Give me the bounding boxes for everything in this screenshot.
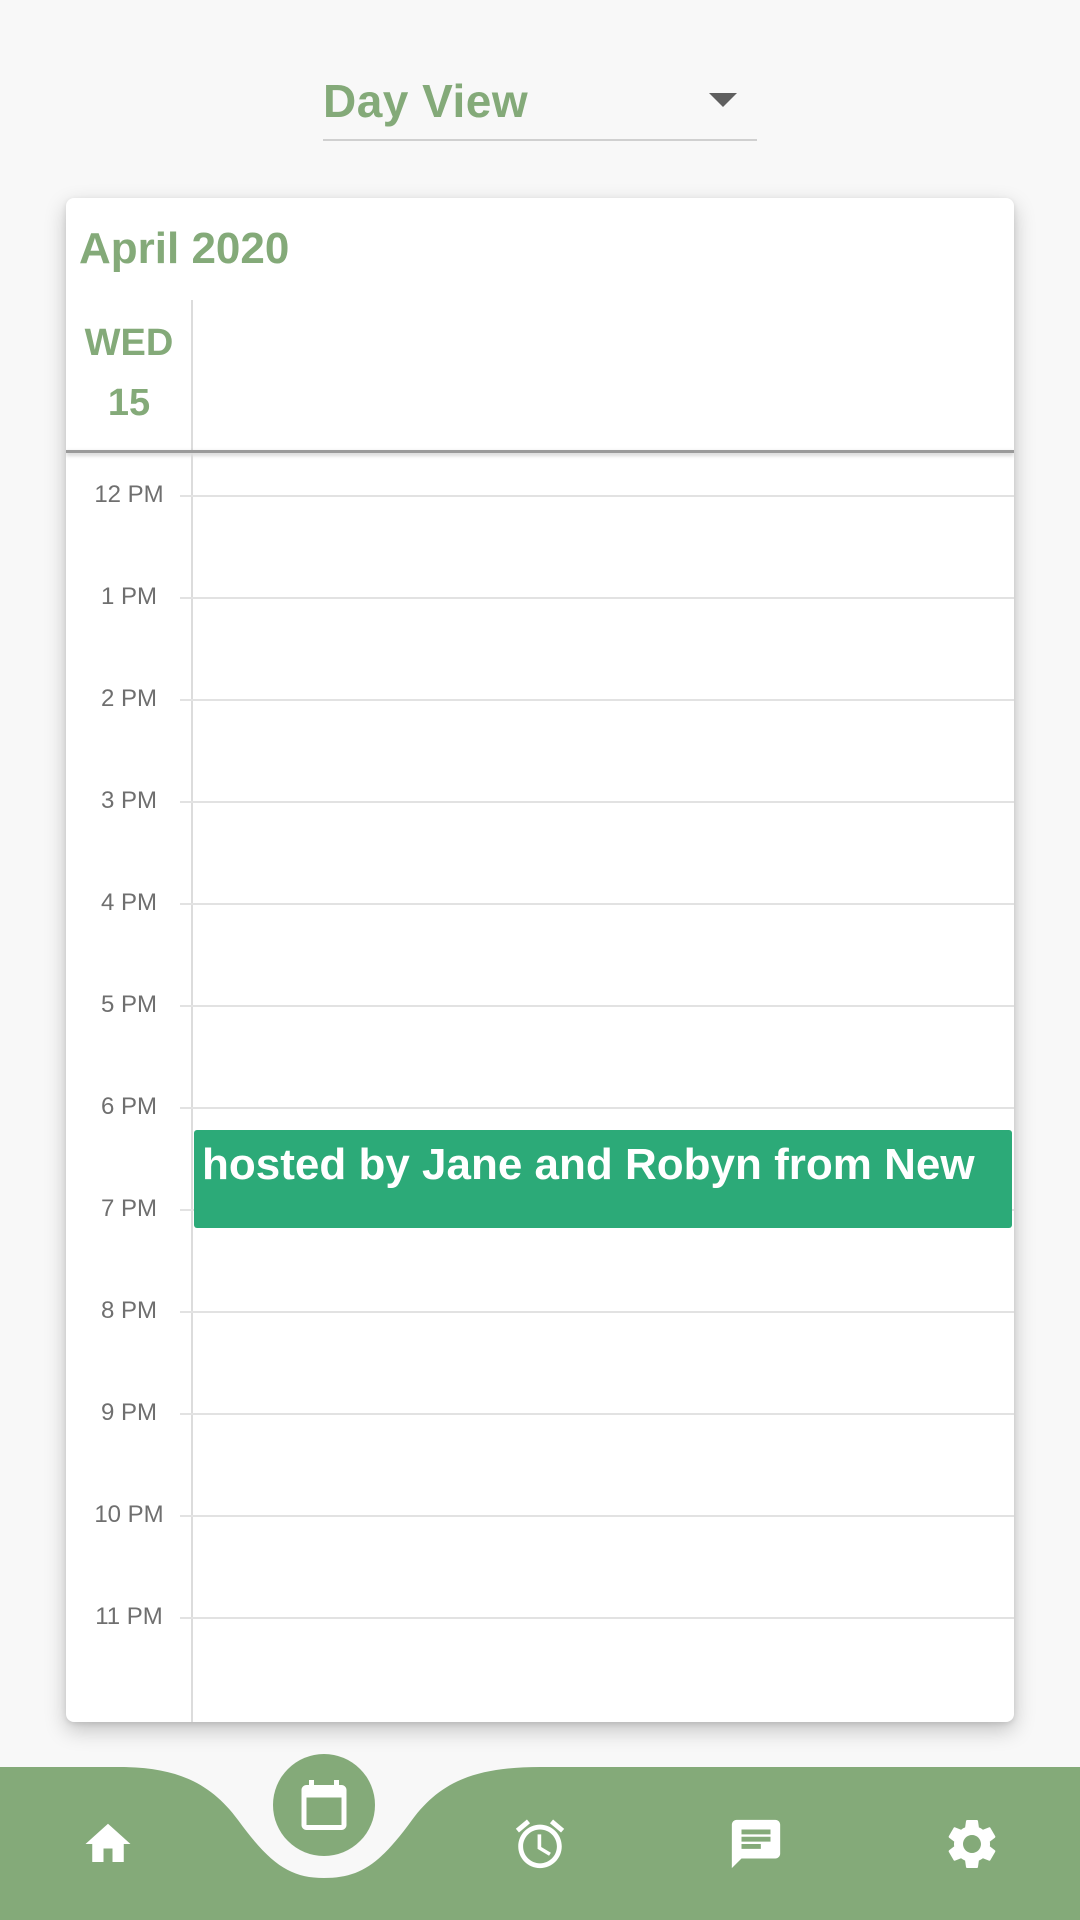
nav-calendar-button[interactable] (273, 1754, 375, 1856)
hour-label: 2 PM (100, 685, 157, 712)
hour-row: 1 PM (66, 583, 1014, 610)
hour-label: 8 PM (100, 1297, 157, 1324)
calendar-icon (301, 1780, 347, 1830)
hour-gridline (180, 597, 1014, 599)
chevron-down-icon (709, 93, 737, 107)
hour-label: 6 PM (100, 1093, 157, 1120)
day-header[interactable]: WED 15 (66, 300, 192, 450)
nav-alarm-button[interactable] (495, 1804, 585, 1884)
hour-gridline (180, 1515, 1014, 1517)
hour-label: 7 PM (100, 1195, 157, 1222)
hour-label: 4 PM (100, 889, 157, 916)
nav-settings-button[interactable] (927, 1804, 1017, 1884)
hour-label: 10 PM (94, 1501, 164, 1528)
event-title: hosted by Jane and Robyn from New (202, 1140, 975, 1189)
view-selector-value: Day View (323, 75, 529, 127)
hour-gridline (180, 903, 1014, 905)
hour-gridline (180, 699, 1014, 701)
home-icon (85, 1823, 131, 1862)
nav-messages-button[interactable] (711, 1804, 801, 1884)
gear-icon (948, 1820, 996, 1868)
message-icon (731, 1819, 781, 1869)
hour-gridline (180, 495, 1014, 497)
alarm-clock-icon (515, 1819, 565, 1869)
hour-gridline (180, 1413, 1014, 1415)
calendar-card: April 2020 WED 15 12 PM 1 PM 2 PM 3 PM 4… (66, 198, 1014, 1722)
day-name: WED (84, 322, 174, 364)
hour-row: 11 PM (66, 1603, 1014, 1630)
hour-row: 6 PM (66, 1093, 1014, 1120)
hour-row: 10 PM (66, 1501, 1014, 1528)
hour-label: 12 PM (94, 481, 164, 508)
hour-label: 5 PM (100, 991, 157, 1018)
header-divider (191, 300, 193, 450)
nav-home-button[interactable] (63, 1804, 153, 1884)
hour-row: 5 PM (66, 991, 1014, 1018)
hour-row: 2 PM (66, 685, 1014, 712)
hour-label: 11 PM (95, 1603, 163, 1630)
hour-row: 9 PM (66, 1399, 1014, 1426)
month-title: April 2020 (79, 224, 290, 273)
view-selector-dropdown[interactable]: Day View (323, 66, 757, 141)
hour-label: 3 PM (100, 787, 157, 814)
hour-row: 3 PM (66, 787, 1014, 814)
hour-label: 9 PM (100, 1399, 157, 1426)
time-column-divider (191, 453, 193, 1722)
bottom-navigation-bar (0, 1754, 1080, 1920)
hour-gridline (180, 801, 1014, 803)
hour-label: 1 PM (100, 583, 157, 610)
time-grid[interactable]: 12 PM 1 PM 2 PM 3 PM 4 PM 5 PM 6 PM 7 PM… (66, 453, 1014, 1722)
calendar-event[interactable]: hosted by Jane and Robyn from New (194, 1130, 1012, 1228)
hour-row: 4 PM (66, 889, 1014, 916)
hour-gridline (180, 1005, 1014, 1007)
hour-gridline (180, 1617, 1014, 1619)
day-number: 15 (107, 382, 151, 424)
hour-row: 12 PM (66, 481, 1014, 508)
hour-row: 8 PM (66, 1297, 1014, 1324)
hour-gridline (180, 1311, 1014, 1313)
hour-gridline (180, 1107, 1014, 1109)
